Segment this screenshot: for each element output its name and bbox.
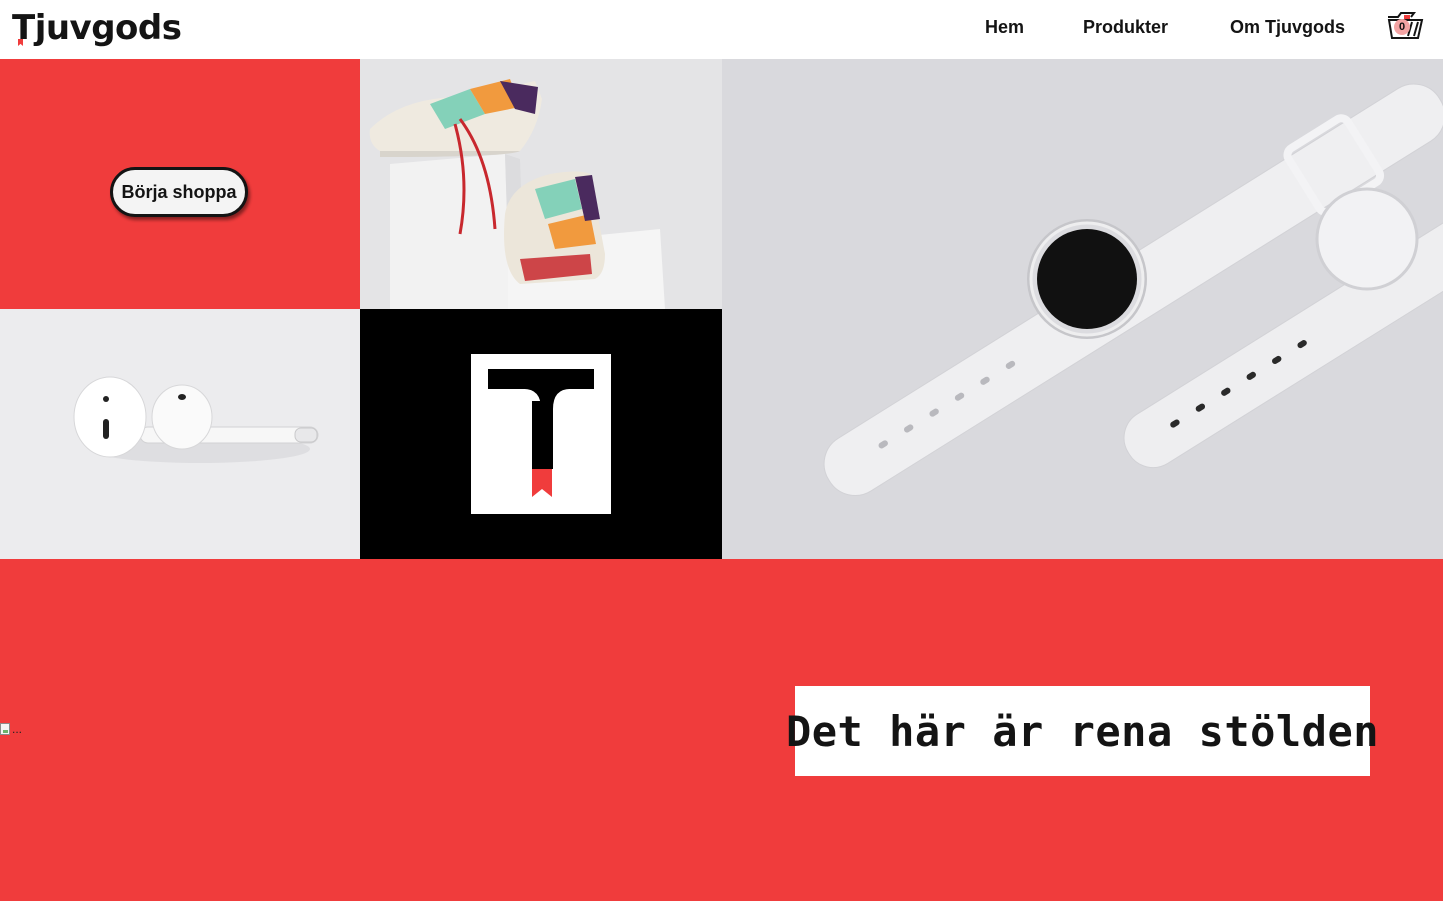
tagline-heading: Det här är rena stölden [785,706,1380,756]
earbuds-illustration [0,309,360,559]
cart-count-badge: 0 [1394,19,1410,35]
logo-text: Tjuvgods [12,8,182,48]
broken-image-icon [0,723,10,735]
promo-banner: ... Det här är rena stölden [0,559,1443,901]
hero-cta-tile: Börja shoppa [0,59,360,309]
nav-link-produkter[interactable]: Produkter [1083,17,1168,38]
brand-logo-tile [360,309,722,559]
sneakers-image [360,59,722,309]
nav-link-hem[interactable]: Hem [985,17,1024,38]
earbuds-image [0,309,360,559]
tagline-box: Det här är rena stölden [786,686,1379,776]
broken-image-alt-text: ... [12,722,23,736]
cart-button[interactable]: 0 [1384,11,1426,41]
nav-link-om-tjuvgods[interactable]: Om Tjuvgods [1230,17,1345,38]
start-shopping-button[interactable]: Börja shoppa [110,167,248,217]
site-header: Tjuvgods Hem Produkter Om Tjuvgods 0 [0,0,1443,59]
tjuvgods-t-logo-icon [360,309,722,559]
smartwatches-illustration [722,59,1443,559]
smartwatches-image [722,59,1443,559]
site-logo[interactable]: Tjuvgods [12,6,182,50]
sneakers-illustration [360,59,722,309]
broken-image: ... [0,719,32,739]
